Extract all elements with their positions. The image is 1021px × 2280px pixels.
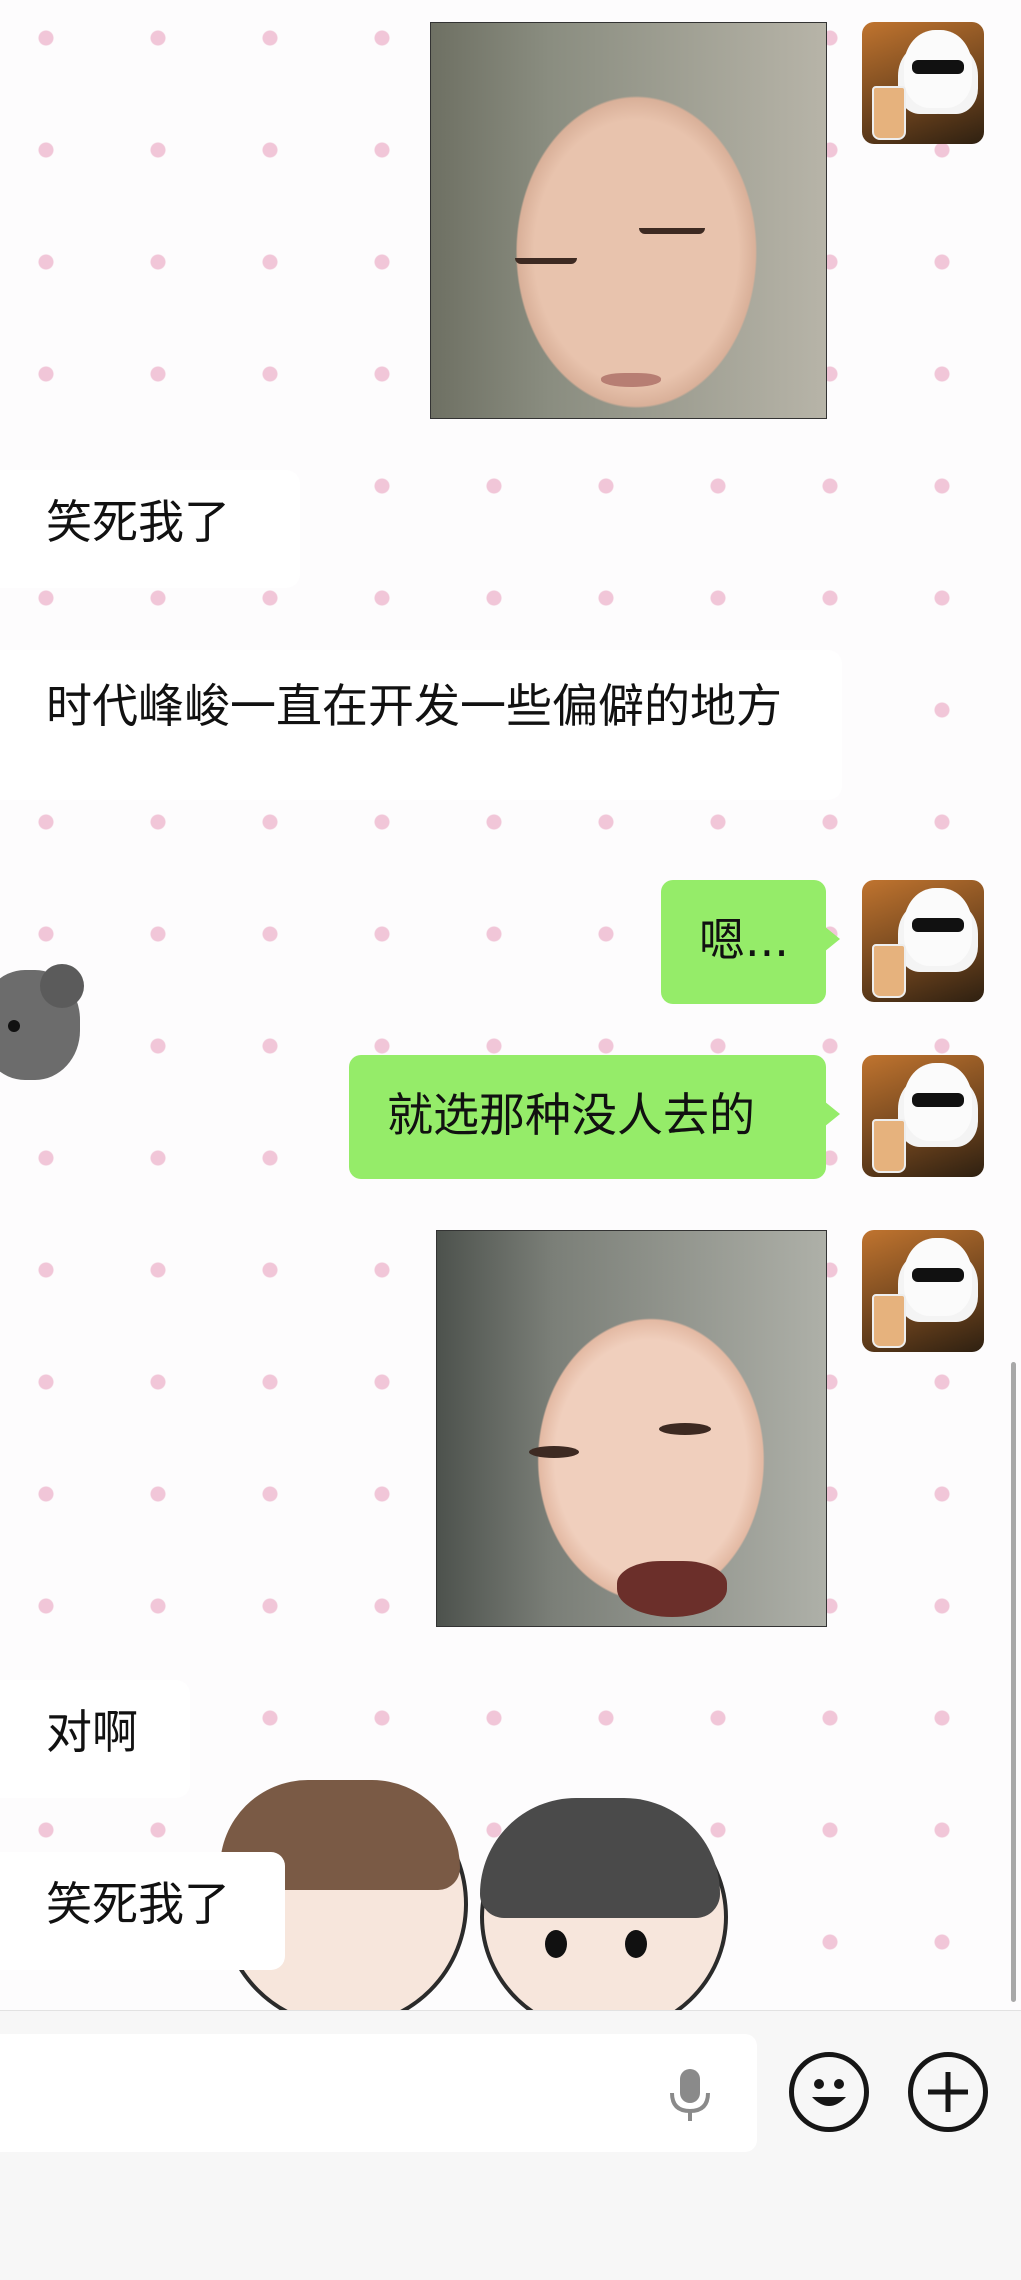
user-avatar[interactable] bbox=[862, 1055, 984, 1177]
scrollbar[interactable] bbox=[1011, 1362, 1016, 2002]
message-input[interactable] bbox=[0, 2034, 757, 2152]
message-text: 就选那种没人去的 bbox=[387, 1088, 755, 1142]
message-text: 笑死我了 bbox=[46, 495, 230, 549]
user-avatar[interactable] bbox=[862, 22, 984, 144]
sent-image-crying-baby[interactable] bbox=[436, 1230, 827, 1627]
message-text: 嗯... bbox=[699, 913, 789, 967]
user-avatar[interactable] bbox=[862, 1230, 984, 1352]
plus-icon[interactable] bbox=[908, 2052, 988, 2132]
sent-message[interactable]: 就选那种没人去的 bbox=[349, 1055, 840, 1179]
received-message[interactable]: 对啊 bbox=[0, 1680, 190, 1798]
sent-message[interactable]: 嗯... bbox=[661, 880, 840, 1004]
koala-sticker bbox=[0, 964, 84, 1080]
message-text: 笑死我了 bbox=[46, 1877, 230, 1931]
chat-area[interactable]: 笑死我了 时代峰峻一直在开发一些偏僻的地方 嗯... 就选那种没人去的 对啊 笑… bbox=[0, 0, 1021, 2010]
sent-image-sleeping-baby[interactable] bbox=[430, 22, 827, 419]
user-avatar[interactable] bbox=[862, 880, 984, 1002]
message-text: 时代峰峻一直在开发一些偏僻的地方 bbox=[46, 679, 782, 733]
received-message[interactable]: 时代峰峻一直在开发一些偏僻的地方 bbox=[0, 650, 842, 800]
received-message[interactable]: 笑死我了 bbox=[0, 470, 300, 588]
smiley-icon[interactable] bbox=[789, 2052, 869, 2132]
received-message[interactable]: 笑死我了 bbox=[0, 1852, 285, 1970]
microphone-icon[interactable] bbox=[665, 2065, 715, 2125]
message-text: 对啊 bbox=[46, 1705, 138, 1759]
